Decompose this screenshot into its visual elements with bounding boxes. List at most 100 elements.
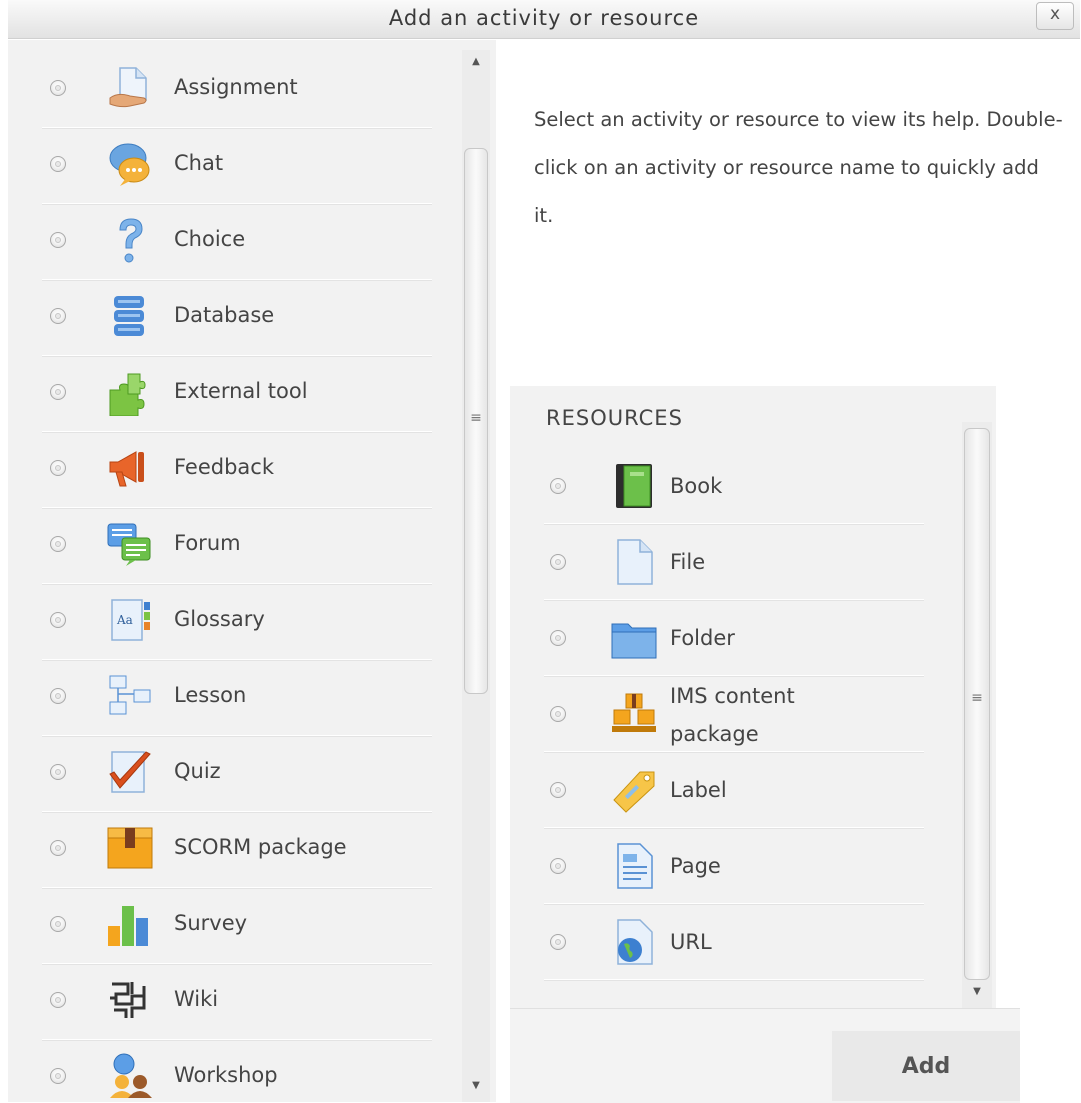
resource-list: Book File Folder IMS content package Lab… <box>544 448 924 980</box>
activity-list: Assignment Chat Choice Database External… <box>42 52 432 1102</box>
activity-option-chat[interactable]: Chat <box>42 128 432 204</box>
activity-label: SCORM package <box>174 835 347 859</box>
radio-button[interactable] <box>550 706 566 722</box>
radio-button[interactable] <box>50 80 66 96</box>
page-icon <box>617 843 653 889</box>
assignment-icon <box>109 67 147 108</box>
scorm-icon <box>107 827 153 869</box>
resource-label-line1: IMS content <box>670 684 795 708</box>
resource-label: Book <box>670 474 723 498</box>
activity-option-assignment[interactable]: Assignment <box>42 52 432 128</box>
radio-button[interactable] <box>550 782 566 798</box>
resource-label: Folder <box>670 626 735 650</box>
radio-button[interactable] <box>550 858 566 874</box>
resource-option-folder[interactable]: Folder <box>544 600 924 676</box>
ims-package-icon <box>612 693 656 732</box>
resource-option-url[interactable]: URL <box>544 904 924 980</box>
radio-button[interactable] <box>50 156 66 172</box>
activity-label: Forum <box>174 531 241 555</box>
activity-option-lesson[interactable]: Lesson <box>42 660 432 736</box>
dialog-title: Add an activity or resource <box>388 6 700 30</box>
activity-option-database[interactable]: Database <box>42 280 432 356</box>
resources-heading: RESOURCES <box>546 406 683 430</box>
activity-label: Chat <box>174 151 224 175</box>
quiz-icon <box>109 751 151 793</box>
add-button[interactable]: Add <box>832 1031 1020 1101</box>
activity-label: Feedback <box>174 455 275 479</box>
workshop-icon <box>110 1053 152 1098</box>
svg-text:Aa: Aa <box>116 613 133 627</box>
resource-option-book[interactable]: Book <box>544 448 924 524</box>
book-icon <box>616 464 652 508</box>
radio-button[interactable] <box>50 384 66 400</box>
radio-button[interactable] <box>50 536 66 552</box>
activity-option-feedback[interactable]: Feedback <box>42 432 432 508</box>
resource-option-page[interactable]: Page <box>544 828 924 904</box>
activity-option-choice[interactable]: Choice <box>42 204 432 280</box>
radio-button[interactable] <box>50 232 66 248</box>
activity-label: Assignment <box>174 75 298 99</box>
radio-button[interactable] <box>50 612 66 628</box>
feedback-icon <box>109 451 144 487</box>
activity-option-workshop[interactable]: Workshop <box>42 1040 432 1102</box>
glossary-icon: Aa <box>111 599 150 641</box>
radio-button[interactable] <box>550 934 566 950</box>
resource-label: File <box>670 550 706 574</box>
scroll-down-icon[interactable]: ▼ <box>462 1080 490 1100</box>
activity-option-quiz[interactable]: Quiz <box>42 736 432 812</box>
forum-icon <box>107 523 151 566</box>
wiki-icon <box>110 982 146 1018</box>
activity-label: Quiz <box>174 759 221 783</box>
activity-option-external-tool[interactable]: External tool <box>42 356 432 432</box>
radio-button[interactable] <box>550 630 566 646</box>
radio-button[interactable] <box>50 992 66 1008</box>
radio-button[interactable] <box>50 688 66 704</box>
radio-button[interactable] <box>50 764 66 780</box>
resource-option-ims-content-package[interactable]: IMS content package <box>544 676 924 752</box>
activity-label: Choice <box>174 227 246 251</box>
chat-icon <box>109 143 150 186</box>
dialog-header: Add an activity or resource x <box>8 0 1080 39</box>
resources-panel: RESOURCES Book File Folder IMS content p… <box>510 386 996 1008</box>
close-button[interactable]: x <box>1036 2 1074 30</box>
activity-label: Glossary <box>174 607 265 631</box>
scrollbar-grip-icon: ≡ <box>971 690 983 706</box>
folder-icon <box>611 623 657 659</box>
resource-label: Label <box>670 778 727 802</box>
resource-option-file[interactable]: File <box>544 524 924 600</box>
resource-list-scrollbar[interactable]: ≡ ▼ <box>962 422 992 1008</box>
activity-option-wiki[interactable]: Wiki <box>42 964 432 1040</box>
radio-button[interactable] <box>550 554 566 570</box>
label-icon <box>613 771 655 813</box>
radio-button[interactable] <box>50 460 66 476</box>
activity-option-forum[interactable]: Forum <box>42 508 432 584</box>
resource-label: URL <box>670 930 712 954</box>
radio-button[interactable] <box>50 840 66 856</box>
activity-list-scrollbar[interactable]: ▲ ≡ ▼ <box>462 50 490 1102</box>
dialog-footer: Add <box>510 1008 1020 1103</box>
activity-label: Workshop <box>174 1063 278 1087</box>
radio-button[interactable] <box>550 478 566 494</box>
file-icon <box>617 539 653 585</box>
database-icon <box>114 296 144 336</box>
radio-button[interactable] <box>50 916 66 932</box>
activity-option-survey[interactable]: Survey <box>42 888 432 964</box>
activity-label: Wiki <box>174 987 219 1011</box>
choice-icon <box>119 218 143 263</box>
radio-button[interactable] <box>50 1068 66 1084</box>
activity-option-scorm-package[interactable]: SCORM package <box>42 812 432 888</box>
close-icon: x <box>1049 4 1061 24</box>
survey-icon <box>108 906 148 946</box>
scroll-down-icon[interactable]: ▼ <box>962 986 992 1006</box>
scroll-up-icon[interactable]: ▲ <box>462 56 490 76</box>
resource-label-line2: package <box>670 722 759 746</box>
activity-label: Survey <box>174 911 248 935</box>
resource-label: Page <box>670 854 721 878</box>
resource-option-label[interactable]: Label <box>544 752 924 828</box>
activity-option-glossary[interactable]: Aa Glossary <box>42 584 432 660</box>
lesson-icon <box>109 675 151 715</box>
activity-label: Database <box>174 303 275 327</box>
activity-label: External tool <box>174 379 308 403</box>
scrollbar-grip-icon: ≡ <box>470 410 482 426</box>
radio-button[interactable] <box>50 308 66 324</box>
